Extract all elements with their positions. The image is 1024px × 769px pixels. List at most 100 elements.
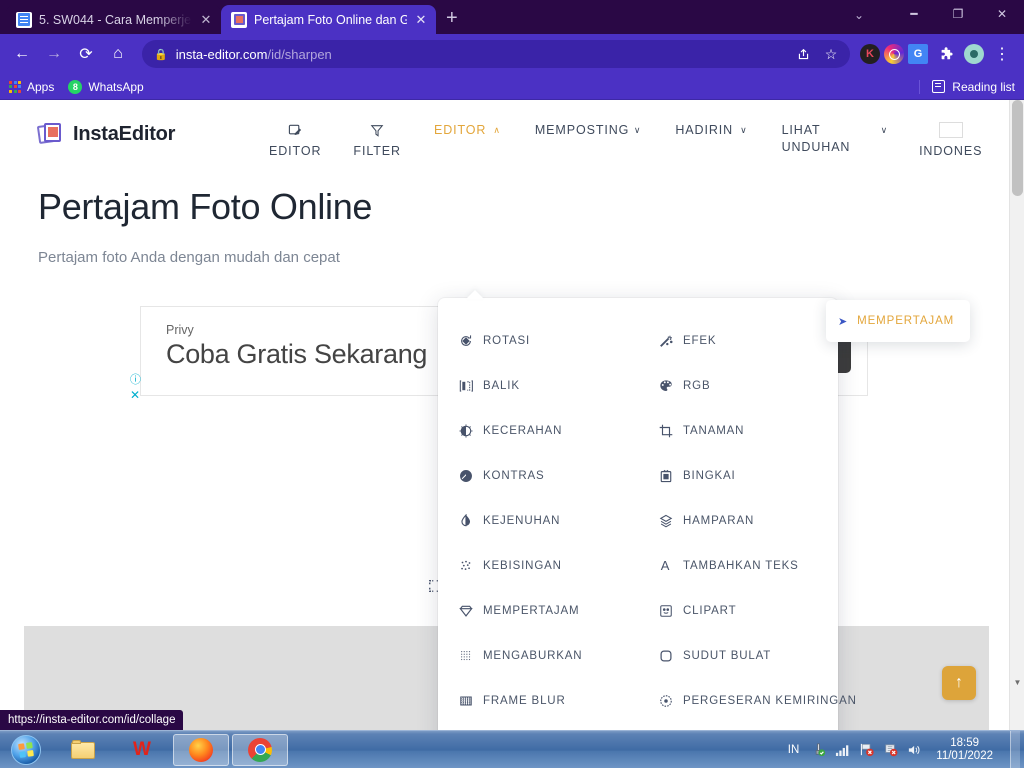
minimize-button[interactable]: ━ xyxy=(892,0,936,28)
menu-item-label: FRAME BLUR xyxy=(483,694,566,707)
instaeditor-logo-icon xyxy=(36,122,64,146)
extensions-puzzle-icon[interactable] xyxy=(932,40,960,68)
menu-item-frame-blur[interactable]: FRAME BLUR xyxy=(438,678,638,723)
language-selector[interactable]: INDONES xyxy=(905,122,982,158)
chevron-down-icon: ∨ xyxy=(633,125,642,135)
filter-funnel-icon xyxy=(370,122,384,139)
menu-item-kecerahan[interactable]: KECERAHAN xyxy=(438,408,638,453)
reading-list-button[interactable]: Reading list xyxy=(919,79,1015,94)
menu-item-label: ROTASI xyxy=(483,334,531,347)
show-desktop-button[interactable] xyxy=(1010,730,1020,769)
menu-item-kebisingan[interactable]: KEBISINGAN xyxy=(438,543,638,588)
site-logo[interactable]: InstaEditor xyxy=(36,122,253,146)
mempertajam-tooltip-button[interactable]: ➤ MEMPERTAJAM xyxy=(826,300,971,342)
nav-dropdown-lihat-unduhan[interactable]: LIHAT UNDUHAN ∨ xyxy=(765,122,906,156)
tab-strip: 5. SW044 - Cara Memperjelas Tul ✕ Pertaj… xyxy=(0,0,1024,34)
close-window-button[interactable]: ✕ xyxy=(980,0,1024,28)
menu-item-pergeseran-kemiringan[interactable]: PERGESERAN KEMIRINGAN xyxy=(638,678,856,723)
chrome-menu-icon[interactable]: ⋮ xyxy=(988,40,1016,68)
nav-dropdown-editor[interactable]: EDITOR ∧ xyxy=(417,122,518,139)
reload-icon[interactable]: ⟳ xyxy=(72,40,100,68)
windows-taskbar: W IN 18:59 11/01/2022 xyxy=(0,730,1024,769)
taskbar-clock[interactable]: 18:59 11/01/2022 xyxy=(930,737,999,763)
bookmark-whatsapp[interactable]: 8 WhatsApp xyxy=(68,79,144,94)
menu-item-balik[interactable]: BALIK xyxy=(438,363,638,408)
menu-item-skema[interactable]: SKEMA xyxy=(438,723,638,730)
chevron-up-icon: ∧ xyxy=(493,125,501,135)
instagram-extension-icon[interactable] xyxy=(884,44,904,64)
arrow-right-icon: ➤ xyxy=(838,315,849,328)
menu-item-bingkai[interactable]: BINGKAI xyxy=(638,453,838,498)
taskbar-wps-office[interactable]: W xyxy=(114,734,170,766)
menu-item-label: BALIK xyxy=(483,379,520,392)
start-button[interactable] xyxy=(0,732,52,768)
new-tab-button[interactable]: + xyxy=(446,8,458,28)
kami-extension-icon[interactable]: K xyxy=(860,44,880,64)
noise-icon xyxy=(458,558,473,573)
nav-dropdown-hadirin[interactable]: HADIRIN ∨ xyxy=(658,122,764,139)
chevron-down-icon[interactable]: ⌄ xyxy=(854,8,864,22)
menu-item-label: KECERAHAN xyxy=(483,424,563,437)
menu-item-kolase[interactable]: KOLASE xyxy=(638,723,838,730)
nav-item-editor[interactable]: EDITOR xyxy=(253,122,337,158)
scrollbar-thumb[interactable] xyxy=(1012,100,1023,196)
nav-item-filter[interactable]: FILTER xyxy=(337,122,417,158)
close-icon[interactable]: ✕ xyxy=(414,12,428,28)
menu-item-hamparan[interactable]: HAMPARAN xyxy=(638,498,838,543)
menu-item-rotasi[interactable]: ROTASI xyxy=(438,318,638,363)
chevron-down-icon: ∨ xyxy=(740,125,748,135)
taskbar-windows-explorer[interactable] xyxy=(55,734,111,766)
forward-icon[interactable]: → xyxy=(40,40,68,68)
ad-info-icon[interactable]: ⓘ xyxy=(130,374,141,387)
tilt-shift-icon xyxy=(658,693,673,708)
volume-icon[interactable] xyxy=(906,741,923,758)
usb-safely-remove-icon[interactable] xyxy=(810,741,827,758)
menu-item-mengaburkan[interactable]: MENGABURKAN xyxy=(438,633,638,678)
taskbar-google-chrome[interactable] xyxy=(232,733,288,766)
action-center-error-icon[interactable] xyxy=(882,741,899,758)
menu-item-label: HAMPARAN xyxy=(683,514,755,527)
clock-date: 11/01/2022 xyxy=(936,749,993,762)
menu-item-kejenuhan[interactable]: KEJENUHAN xyxy=(438,498,638,543)
nav-dropdown-memposting[interactable]: MEMPOSTING ∨ xyxy=(518,122,659,139)
taskbar-firefox[interactable] xyxy=(173,733,229,766)
back-to-top-button[interactable]: ↑ xyxy=(942,666,976,700)
share-icon[interactable] xyxy=(794,45,812,63)
address-bar[interactable]: 🔒 insta-editor.com/id/sharpen ☆ xyxy=(142,40,850,68)
menu-item-label: TAMBAHKAN TEKS xyxy=(683,559,799,572)
page-viewport: InstaEditor EDITOR FILTER EDITOR ∧ MEMPO… xyxy=(0,100,1024,730)
language-label: INDONES xyxy=(919,144,983,158)
menu-item-label: PERGESERAN KEMIRINGAN xyxy=(683,694,857,707)
menu-item-clipart[interactable]: CLIPART xyxy=(638,588,838,633)
menu-item-tambahkan-teks[interactable]: A TAMBAHKAN TEKS xyxy=(638,543,838,588)
browser-window: 5. SW044 - Cara Memperjelas Tul ✕ Pertaj… xyxy=(0,0,1024,730)
omnibox-actions: ☆ xyxy=(794,45,840,63)
home-icon[interactable]: ⌂ xyxy=(104,40,132,68)
menu-item-rgb[interactable]: RGB xyxy=(638,363,838,408)
nav-dropdown-label: LIHAT UNDUHAN xyxy=(781,123,851,154)
menu-item-efek[interactable]: EFEK xyxy=(638,318,838,363)
menu-item-sudut-bulat[interactable]: SUDUT BULAT xyxy=(638,633,838,678)
profile-avatar[interactable] xyxy=(964,44,984,64)
network-error-icon[interactable] xyxy=(858,741,875,758)
maximize-button[interactable]: ❐ xyxy=(936,0,980,28)
bookmark-star-icon[interactable]: ☆ xyxy=(822,45,840,63)
web-page: InstaEditor EDITOR FILTER EDITOR ∧ MEMPO… xyxy=(0,100,1009,730)
contrast-icon xyxy=(458,468,473,483)
clipart-sticker-icon xyxy=(658,603,673,618)
close-icon[interactable]: ✕ xyxy=(199,12,213,28)
menu-item-mempertajam[interactable]: MEMPERTAJAM xyxy=(438,588,638,633)
back-icon[interactable]: ← xyxy=(8,40,36,68)
browser-tab-active[interactable]: Pertajam Foto Online dan Gratis ✕ xyxy=(221,5,436,34)
browser-tab-inactive[interactable]: 5. SW044 - Cara Memperjelas Tul ✕ xyxy=(6,5,221,34)
menu-item-kontras[interactable]: KONTRAS xyxy=(438,453,638,498)
page-scrollbar[interactable]: ▼ xyxy=(1009,100,1024,730)
menu-item-tanaman[interactable]: TANAMAN xyxy=(638,408,838,453)
google-translate-extension-icon[interactable]: G xyxy=(908,44,928,64)
bookmark-apps[interactable]: Apps xyxy=(9,80,54,94)
menu-item-label: SUDUT BULAT xyxy=(683,649,772,662)
scrollbar-down-arrow[interactable]: ▼ xyxy=(1010,675,1024,690)
signal-bars-icon[interactable] xyxy=(834,741,851,758)
ad-close-icon[interactable]: ✕ xyxy=(130,389,140,401)
language-indicator[interactable]: IN xyxy=(788,744,804,756)
